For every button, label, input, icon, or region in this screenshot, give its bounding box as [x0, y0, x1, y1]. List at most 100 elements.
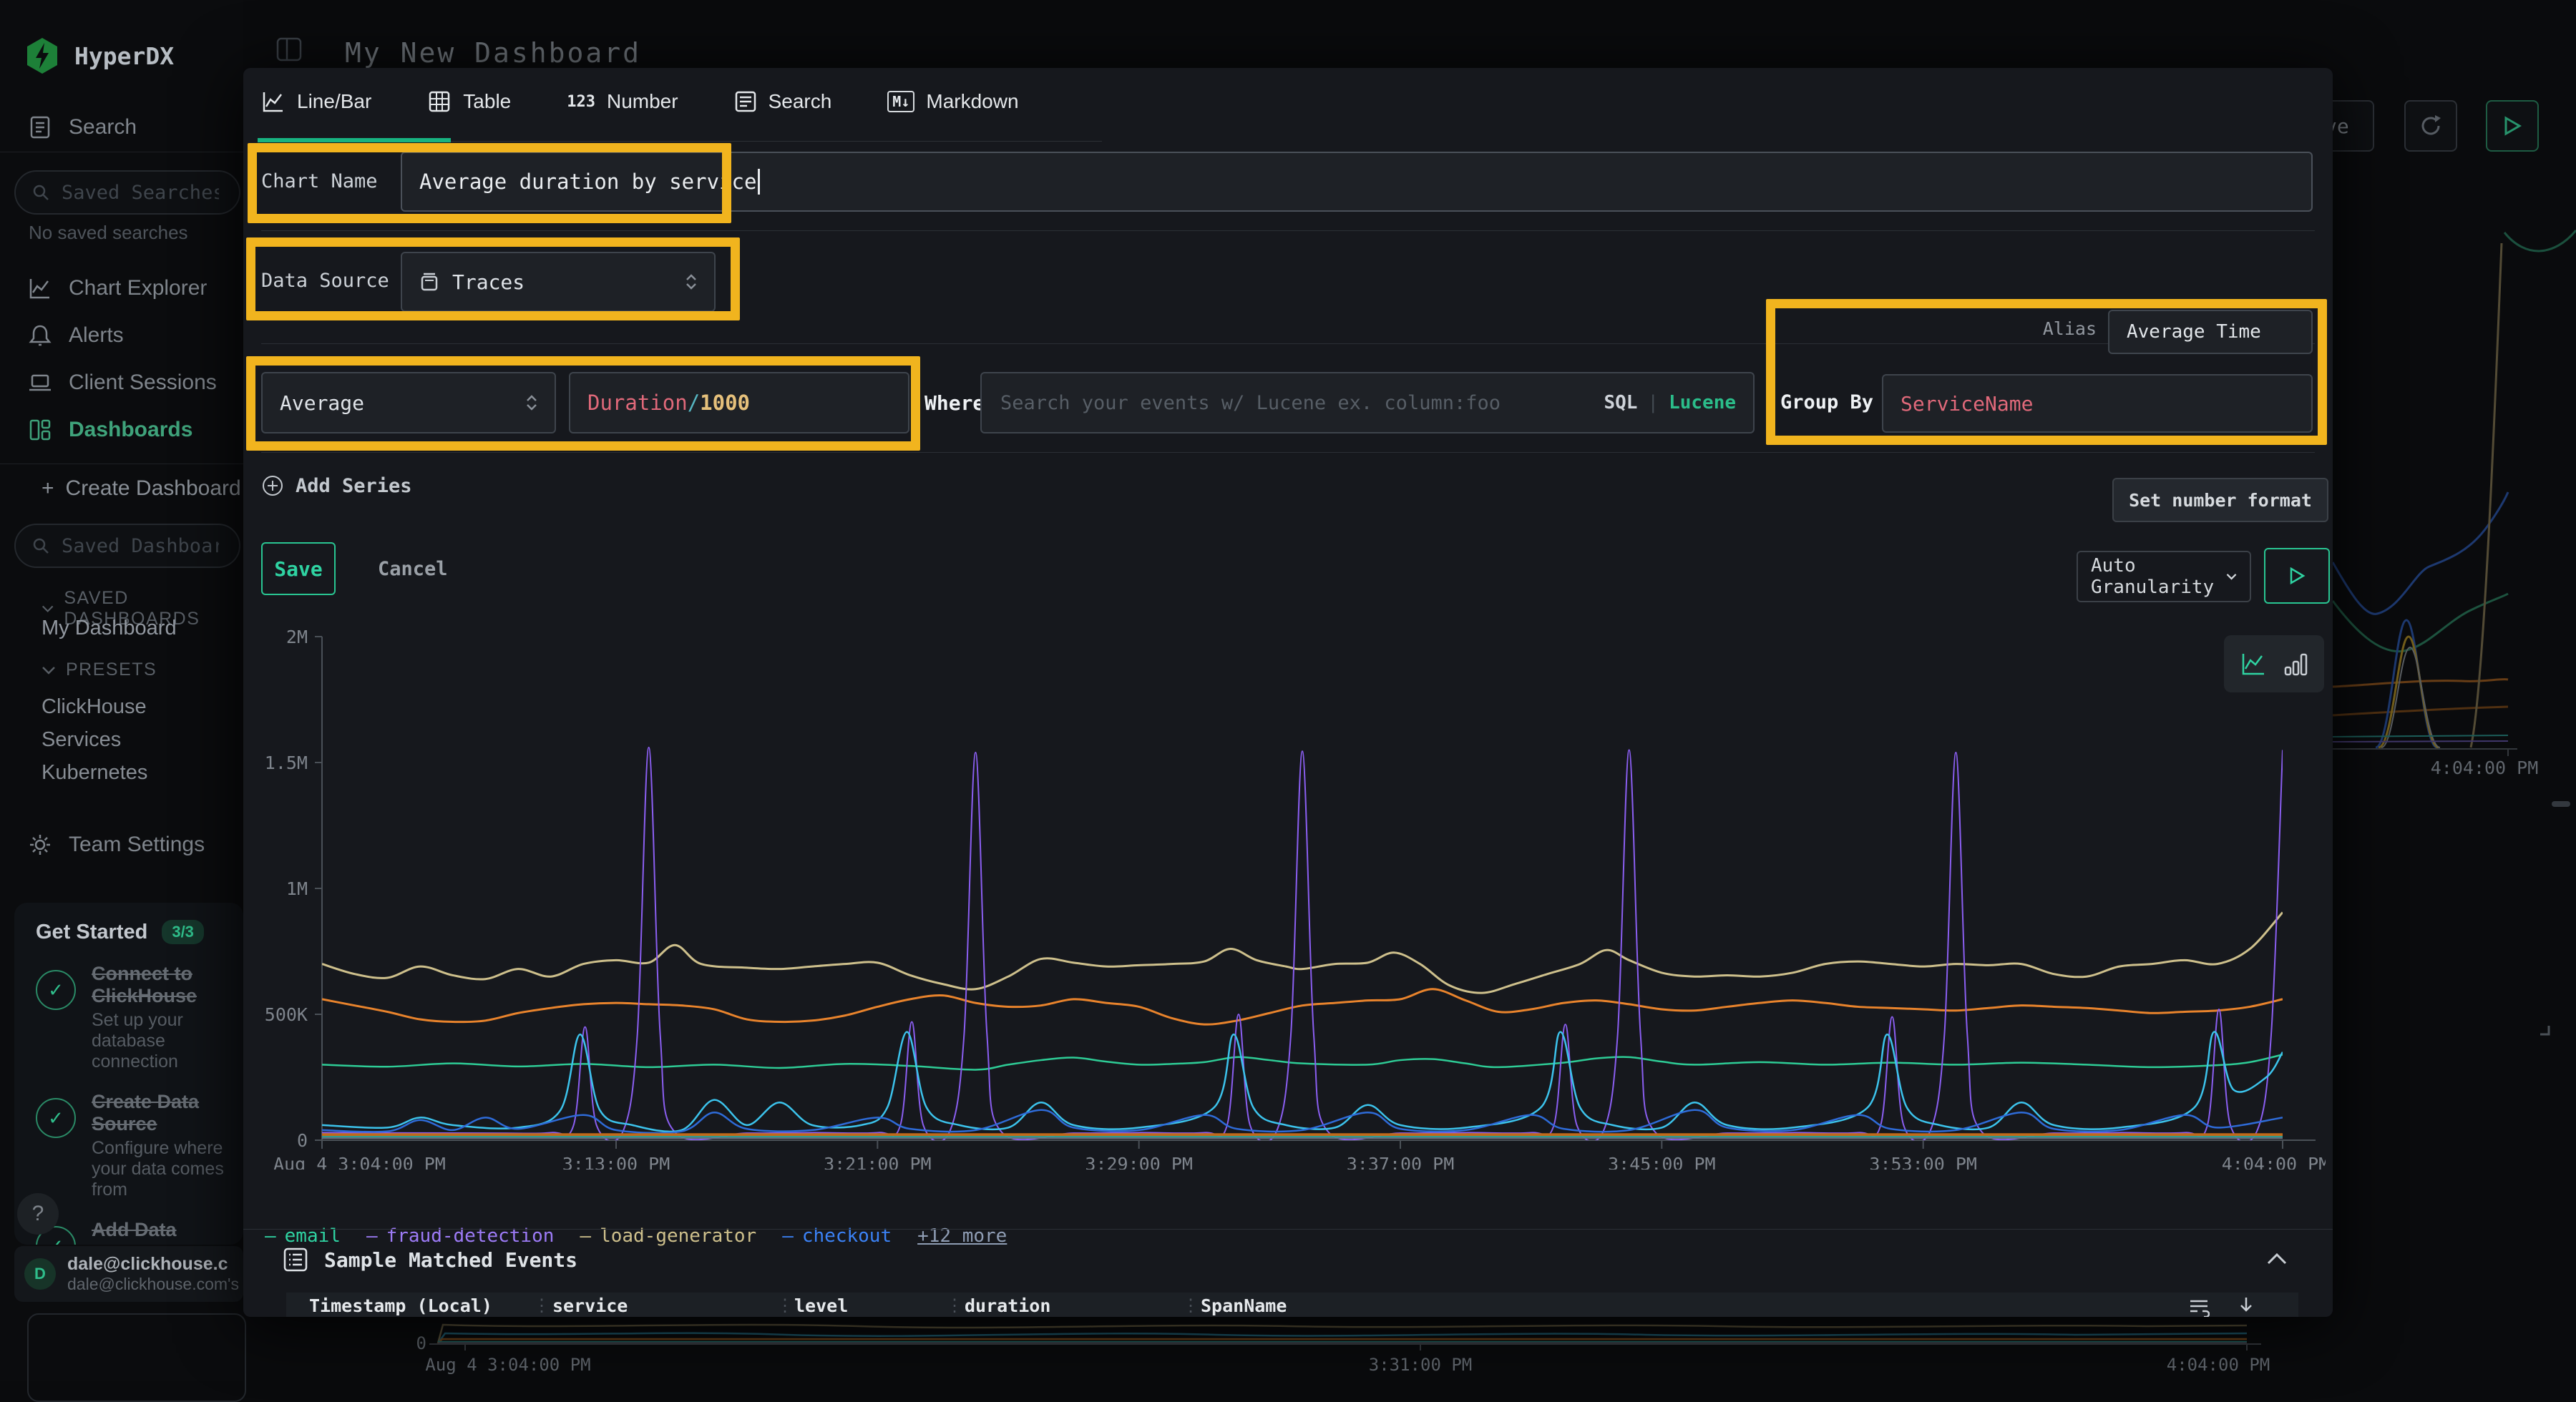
sidebar-item-search[interactable]: Search	[0, 104, 137, 151]
divider	[261, 230, 2315, 231]
get-started-panel: Get Started 3/3 ✓ Connect to ClickHouse …	[14, 903, 243, 1245]
tab-search[interactable]: Search	[734, 90, 832, 113]
resize-handle-icon[interactable]	[2530, 1016, 2552, 1037]
create-dashboard-button[interactable]: + Create Dashboard	[42, 476, 241, 501]
user-subtitle: dale@clickhouse.com's	[67, 1275, 239, 1294]
collapse-sidebar-icon[interactable]	[275, 36, 303, 63]
cancel-button[interactable]: Cancel	[378, 558, 448, 580]
user-email: dale@clickhouse.c	[67, 1254, 239, 1275]
sidebar-item-alerts[interactable]: Alerts	[0, 312, 124, 359]
check-icon: ✓	[36, 970, 76, 1010]
line-style-icon[interactable]	[2240, 650, 2267, 677]
scrollbar-thumb[interactable]	[2552, 801, 2570, 807]
search-icon	[31, 183, 50, 202]
get-started-step[interactable]: ✓ Add Data Start sending logs, metrics, …	[36, 1219, 243, 1245]
brand[interactable]: HyperDX	[26, 37, 174, 74]
sidebar-item-clickhouse[interactable]: ClickHouse	[42, 695, 147, 719]
step-title: Add Data	[92, 1219, 243, 1241]
plus-icon: +	[42, 476, 54, 501]
sample-events-header[interactable]: Sample Matched Events	[283, 1247, 577, 1273]
hyperdx-logo-icon	[26, 37, 59, 74]
y-tick-label: 0	[297, 1130, 308, 1151]
sidebar-item-client-sessions[interactable]: Client Sessions	[0, 359, 217, 406]
save-button[interactable]: Save	[261, 542, 336, 595]
sidebar-item-label: Alerts	[69, 323, 124, 348]
highlight-data-source	[246, 237, 740, 320]
avatar: D	[24, 1258, 56, 1290]
tab-markdown[interactable]: M↓ Markdown	[887, 90, 1018, 113]
column-header[interactable]: Timestamp (Local)	[309, 1295, 492, 1316]
line-chart-icon	[261, 89, 286, 114]
where-search-input[interactable]: SQL | Lucene	[980, 372, 1755, 433]
events-table-header: Timestamp (Local) ⋮ service ⋮ level ⋮ du…	[286, 1293, 2298, 1317]
sidebar-item-kubernetes[interactable]: Kubernetes	[42, 761, 147, 785]
granularity-value: Auto Granularity	[2091, 555, 2226, 598]
tab-line-bar[interactable]: Line/Bar	[261, 89, 371, 114]
add-series-button[interactable]: Add Series	[261, 474, 412, 497]
collapse-chevron-icon[interactable]	[2265, 1252, 2288, 1266]
sql-toggle[interactable]: SQL	[1604, 392, 1637, 413]
highlight-group-by	[1766, 299, 2327, 445]
background-chart: 4:04:00 PM	[2333, 215, 2576, 801]
table-icon	[427, 89, 452, 114]
column-header[interactable]: service	[552, 1295, 628, 1316]
tab-label: Number	[607, 90, 678, 113]
granularity-select[interactable]: Auto Granularity	[2077, 551, 2251, 602]
column-header[interactable]: level	[794, 1295, 848, 1316]
presets-section[interactable]: PRESETS	[42, 660, 157, 680]
lucene-toggle[interactable]: Lucene	[1669, 392, 1736, 413]
y-tick-label: 1M	[286, 878, 308, 899]
sidebar-item-services[interactable]: Services	[42, 728, 121, 752]
tab-number[interactable]: 123 Number	[567, 90, 678, 113]
where-search-field[interactable]	[999, 391, 1604, 415]
saved-dashboards-field[interactable]	[60, 534, 220, 558]
refresh-button[interactable]	[2404, 100, 2457, 152]
lang-separator: |	[1647, 392, 1659, 413]
y-tick-label: 1.5M	[265, 753, 308, 773]
y-tick-label: 2M	[286, 627, 308, 647]
bar-style-icon[interactable]	[2284, 650, 2308, 677]
step-desc: Configure where your data comes from	[92, 1138, 243, 1200]
search-doc-icon	[27, 114, 53, 140]
page-title: My New Dashboard	[345, 37, 641, 69]
column-header[interactable]: duration	[965, 1295, 1050, 1316]
sidebar-item-chart-explorer[interactable]: Chart Explorer	[0, 265, 207, 312]
help-button[interactable]: ?	[17, 1193, 59, 1235]
mini-x-tick: 3:31:00 PM	[1369, 1355, 1473, 1375]
check-icon: ✓	[36, 1098, 76, 1138]
step-desc: Start sending logs, metrics, or traces	[92, 1244, 243, 1245]
sidebar-item-team-settings[interactable]: Team Settings	[0, 821, 205, 868]
gear-icon	[27, 832, 53, 858]
column-separator: ⋮	[776, 1295, 794, 1315]
saved-searches-input[interactable]	[14, 170, 240, 215]
tab-label: Search	[769, 90, 832, 113]
search-icon	[31, 536, 50, 555]
sidebar-item-dashboards[interactable]: Dashboards	[0, 406, 192, 454]
x-tick-label: 3:13:00 PM	[562, 1154, 670, 1170]
wrap-lines-icon[interactable]	[2188, 1297, 2210, 1317]
set-number-format-button[interactable]: Set number format	[2112, 478, 2328, 522]
user-card[interactable]: D dale@clickhouse.c dale@clickhouse.com'…	[14, 1246, 243, 1302]
bell-icon	[27, 323, 53, 348]
run-chart-button[interactable]	[2264, 548, 2330, 604]
sidebar-item-my-dashboard[interactable]: My Dashboard	[42, 617, 177, 640]
x-tick-label: 4:04:00 PM	[2222, 1154, 2326, 1170]
dashboards-grid-icon	[27, 417, 53, 443]
get-started-step[interactable]: ✓ Connect to ClickHouse Set up your data…	[36, 963, 243, 1072]
get-started-step[interactable]: ✓ Create Data Source Configure where you…	[36, 1091, 243, 1200]
download-icon[interactable]	[2237, 1295, 2255, 1317]
tab-label: Line/Bar	[297, 90, 371, 113]
run-query-button[interactable]	[2486, 100, 2539, 152]
y-tick-label: 500K	[265, 1004, 308, 1025]
saved-dashboards-input[interactable]	[14, 524, 240, 568]
step-desc: Set up your database connection	[92, 1010, 243, 1072]
x-tick-label: 3:45:00 PM	[1608, 1154, 1716, 1170]
number-123-icon: 123	[567, 93, 595, 111]
x-tick-label: 3:53:00 PM	[1869, 1154, 1977, 1170]
x-tick-label: Aug 4 3:04:00 PM	[273, 1154, 446, 1170]
saved-searches-field[interactable]	[60, 181, 220, 205]
step-title: Connect to ClickHouse	[92, 963, 243, 1007]
column-header[interactable]: SpanName	[1201, 1295, 1287, 1316]
sidebar-item-label: Client Sessions	[69, 371, 217, 395]
tab-table[interactable]: Table	[427, 89, 511, 114]
